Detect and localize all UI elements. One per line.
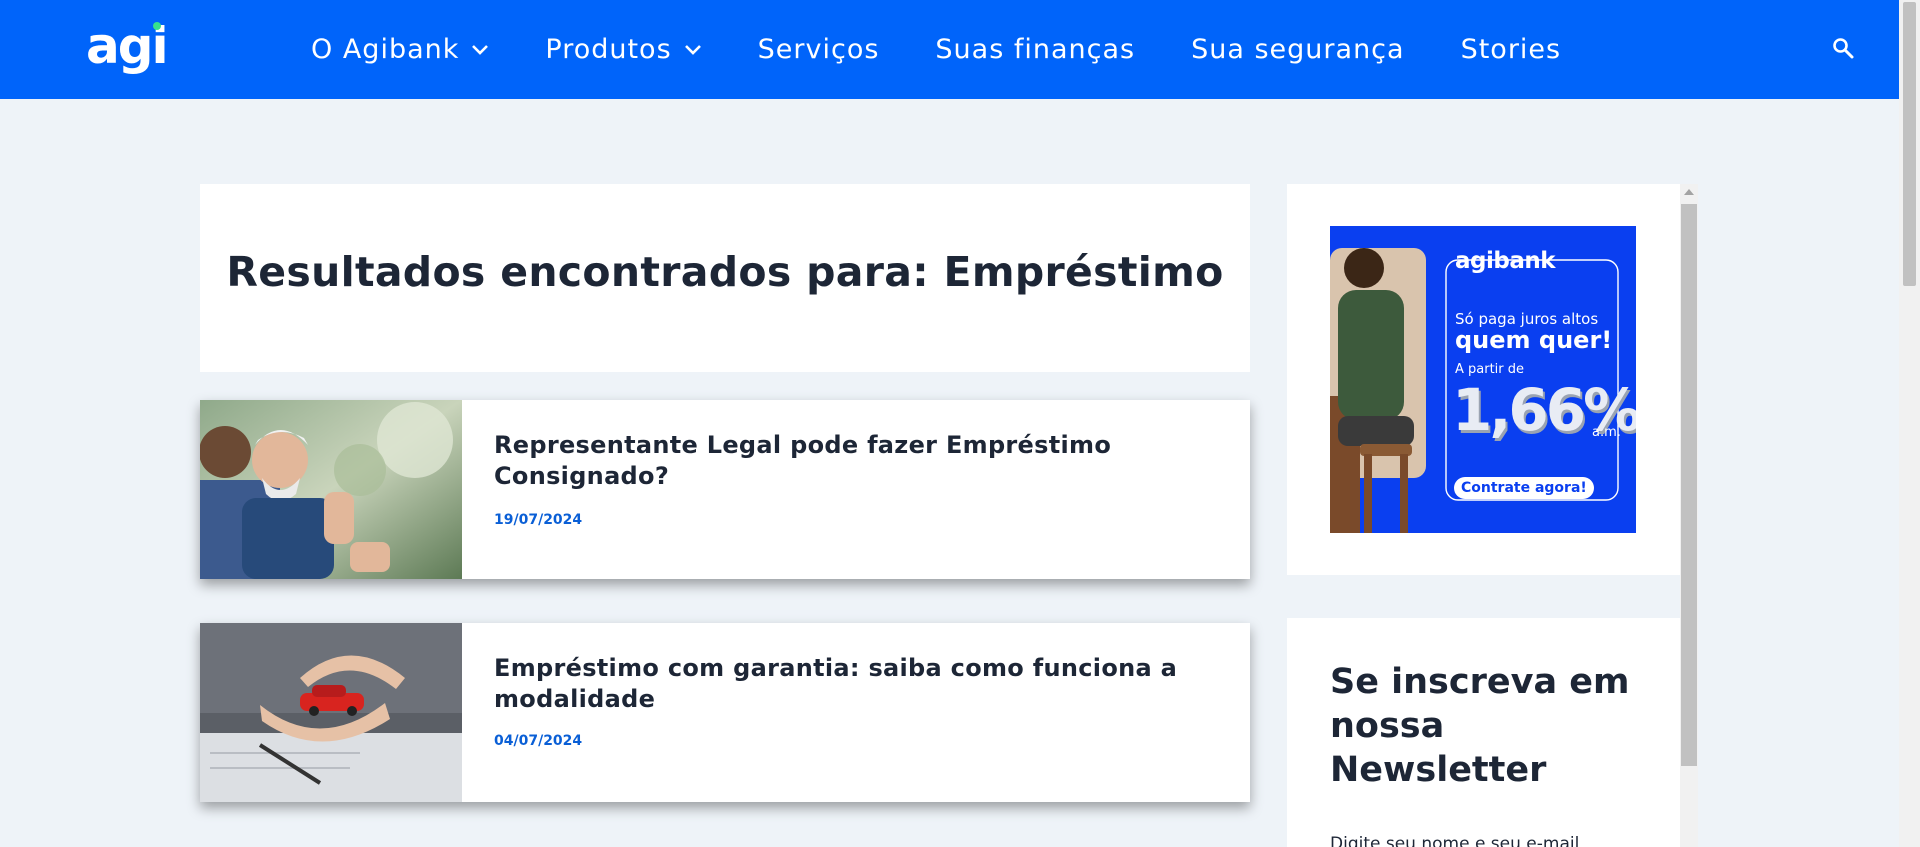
logo-green-dot — [153, 22, 161, 30]
article-thumbnail-image — [200, 400, 462, 579]
ad-brand-logo: agibank — [1455, 248, 1556, 274]
article-thumbnail-elderly-men[interactable] — [200, 400, 462, 579]
article-thumbnail-image — [200, 623, 462, 802]
sidebar-scrollbar[interactable] — [1680, 184, 1698, 847]
newsletter-description: Digite seu nome e seu e-mail — [1330, 834, 1580, 847]
nav-item-suas-financas[interactable]: Suas finanças — [935, 30, 1135, 70]
chevron-down-icon — [472, 45, 489, 55]
ad-cta-button[interactable]: Contrate agora! — [1454, 477, 1594, 499]
scroll-up-arrow-icon[interactable] — [1684, 189, 1694, 195]
sidebar-scrollbar-thumb[interactable] — [1681, 204, 1697, 766]
article-card[interactable]: Representante Legal pode fazer Empréstim… — [200, 400, 1250, 579]
article-date: 19/07/2024 — [494, 512, 583, 528]
nav-item-label: Serviços — [757, 34, 880, 65]
agibank-loan-ad-banner[interactable]: agibank Só paga juros altos quem quer! A… — [1330, 226, 1636, 533]
main-nav: O Agibank Produtos Serviços Suas finança… — [311, 30, 1617, 70]
search-results-header: Resultados encontrados para: Empréstimo — [200, 184, 1250, 372]
article-title[interactable]: Representante Legal pode fazer Empréstim… — [494, 430, 1194, 492]
nav-item-o-agibank[interactable]: O Agibank — [311, 30, 489, 70]
search-icon[interactable] — [1831, 36, 1855, 60]
newsletter-title: Se inscreva em nossa Newsletter — [1330, 662, 1630, 790]
article-card[interactable]: Empréstimo com garantia: saiba como func… — [200, 623, 1250, 802]
nav-item-label: Produtos — [545, 34, 672, 65]
nav-item-sua-seguranca[interactable]: Sua segurança — [1191, 30, 1404, 70]
nav-item-label: Suas finanças — [935, 34, 1136, 65]
nav-item-stories[interactable]: Stories — [1461, 30, 1562, 70]
top-navigation-bar: agi O Agibank Produtos Serviços Suas fin… — [0, 0, 1899, 99]
nav-item-label: Sua segurança — [1191, 34, 1405, 65]
nav-item-label: Stories — [1460, 34, 1562, 65]
nav-item-produtos[interactable]: Produtos — [545, 30, 701, 70]
page-scrollbar-thumb[interactable] — [1903, 2, 1916, 286]
newsletter-widget: Se inscreva em nossa Newsletter Digite s… — [1287, 618, 1680, 847]
nav-item-label: O Agibank — [311, 34, 460, 65]
ad-rate-unit: a.m. — [1592, 425, 1621, 440]
page-scrollbar[interactable] — [1899, 0, 1920, 847]
ad-widget: agibank Só paga juros altos quem quer! A… — [1287, 184, 1680, 575]
ad-headline-line2: quem quer! — [1455, 326, 1613, 354]
chevron-down-icon — [684, 45, 701, 55]
article-date: 04/07/2024 — [494, 733, 583, 749]
ad-rate-prefix: A partir de — [1455, 362, 1525, 377]
nav-item-servicos[interactable]: Serviços — [758, 30, 880, 70]
page-title: Resultados encontrados para: Empréstimo — [226, 248, 1224, 296]
article-title[interactable]: Empréstimo com garantia: saiba como func… — [494, 653, 1194, 715]
sidebar: agibank Só paga juros altos quem quer! A… — [1287, 184, 1680, 847]
article-thumbnail-car-in-hands[interactable] — [200, 623, 462, 802]
